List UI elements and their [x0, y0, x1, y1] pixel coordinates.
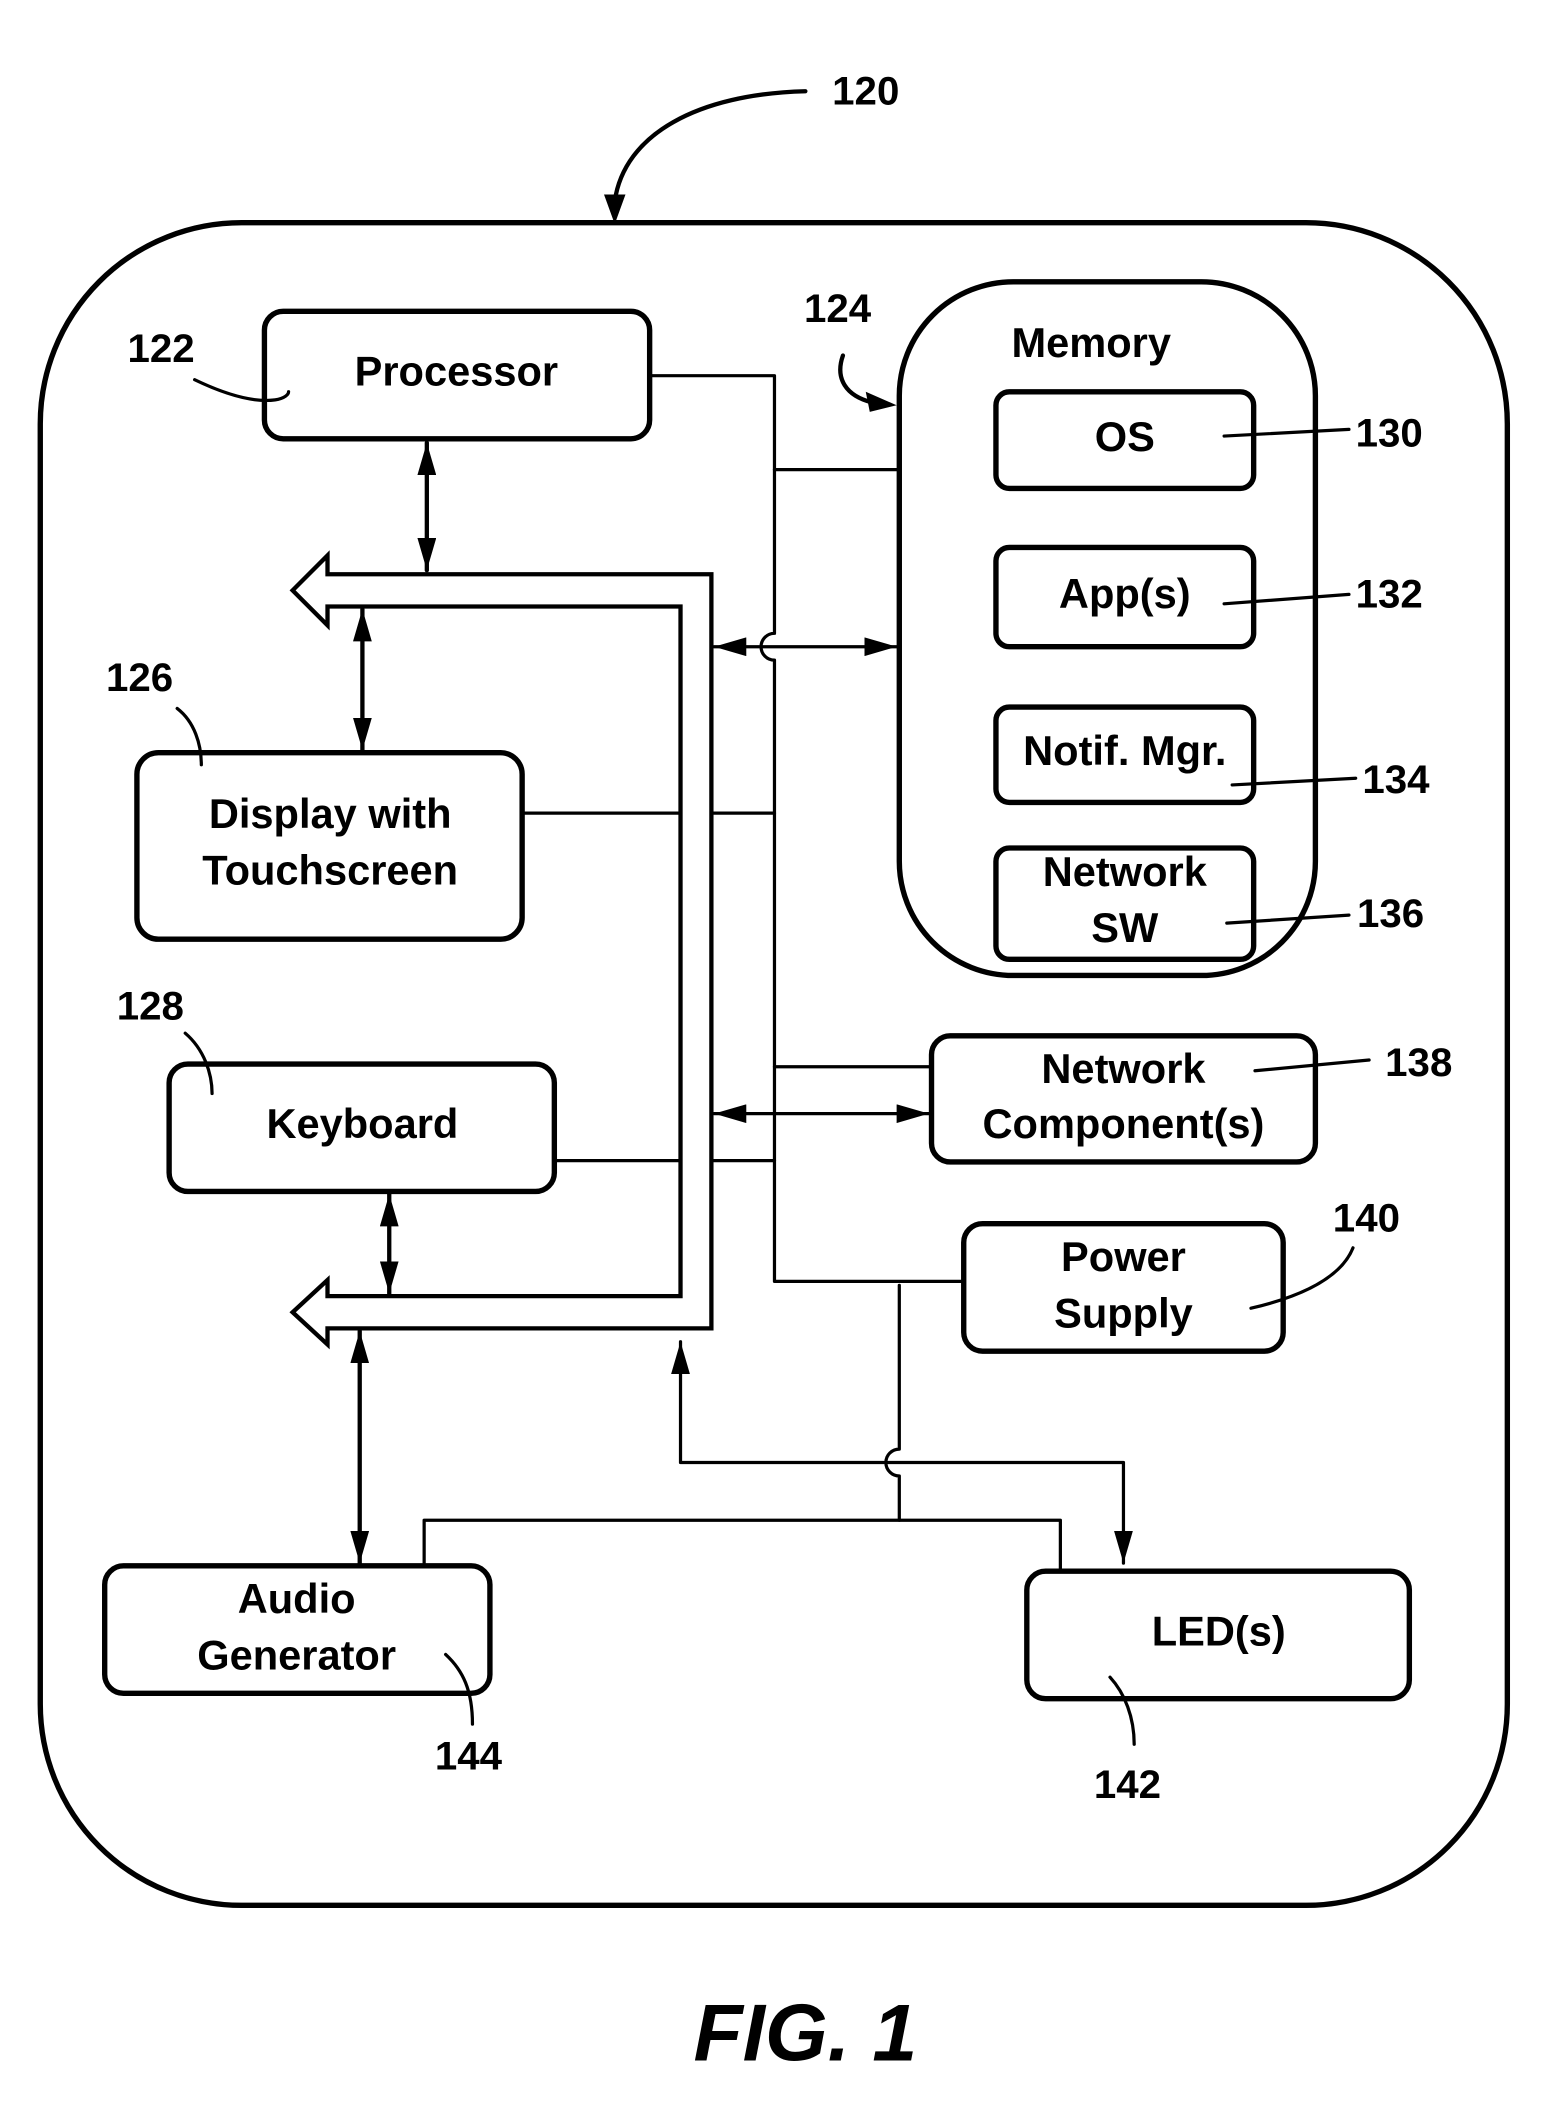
led-block: LED(s) 142	[1024, 1568, 1413, 1807]
display-block: Display with Touchscreen 126	[106, 655, 525, 942]
os-ref: 130	[1356, 411, 1423, 456]
display-ref: 126	[106, 655, 173, 700]
network-component-label-1: Network	[1041, 1045, 1206, 1092]
device-ref-label: 120	[832, 69, 899, 114]
network-component-block: Network Component(s) 138	[928, 1033, 1452, 1165]
audio-generator-label-2: Generator	[197, 1631, 396, 1678]
led-label: LED(s)	[1152, 1607, 1286, 1654]
keyboard-ref: 128	[117, 984, 184, 1029]
power-supply-block: Power Supply 140	[961, 1196, 1400, 1354]
power-line	[884, 1283, 901, 1522]
processor-label: Processor	[355, 347, 559, 394]
power-supply-label-2: Supply	[1054, 1289, 1193, 1336]
memory-block: Memory 124 OS 130 App(s) 132 Notif. Mgr.…	[804, 279, 1430, 979]
system-bus	[289, 550, 714, 1350]
power-supply-ref: 140	[1333, 1196, 1400, 1241]
audio-generator-block: Audio Generator 144	[102, 1563, 503, 1779]
notif-mgr-ref: 134	[1362, 757, 1430, 802]
power-line-distribution	[422, 1518, 1062, 1573]
processor-block: Processor 122	[127, 308, 653, 442]
device-block-diagram: 120 Processor 122 Memory 124 OS 130 App(…	[37, 69, 1511, 2079]
apps-ref: 132	[1356, 572, 1423, 617]
audio-generator-label-1: Audio	[238, 1575, 356, 1622]
processor-ref: 122	[127, 326, 194, 371]
os-label: OS	[1095, 413, 1155, 460]
led-ref: 142	[1094, 1762, 1161, 1807]
apps-label: App(s)	[1059, 570, 1191, 617]
network-sw-label-2: SW	[1091, 904, 1159, 951]
audio-generator-ref: 144	[435, 1734, 503, 1779]
keyboard-label: Keyboard	[266, 1100, 458, 1147]
display-label-2: Touchscreen	[202, 846, 458, 893]
display-label-1: Display with	[209, 790, 452, 837]
network-sw-ref: 136	[1357, 891, 1424, 936]
memory-ref: 124	[804, 286, 872, 331]
power-supply-label-1: Power	[1061, 1233, 1186, 1280]
bus-led-line	[671, 1340, 1133, 1565]
device-ref-arrowhead	[604, 194, 626, 225]
keyboard-block: Keyboard 128	[117, 984, 558, 1195]
memory-label: Memory	[1011, 319, 1171, 366]
network-component-label-2: Component(s)	[982, 1100, 1264, 1147]
memory-ref-arrowhead	[865, 391, 897, 412]
device-ref-leader	[612, 89, 808, 204]
network-sw-label-1: Network	[1043, 848, 1208, 895]
network-component-ref: 138	[1385, 1040, 1452, 1085]
figure-caption: FIG. 1	[693, 1989, 917, 2079]
notif-mgr-label: Notif. Mgr.	[1023, 727, 1226, 774]
